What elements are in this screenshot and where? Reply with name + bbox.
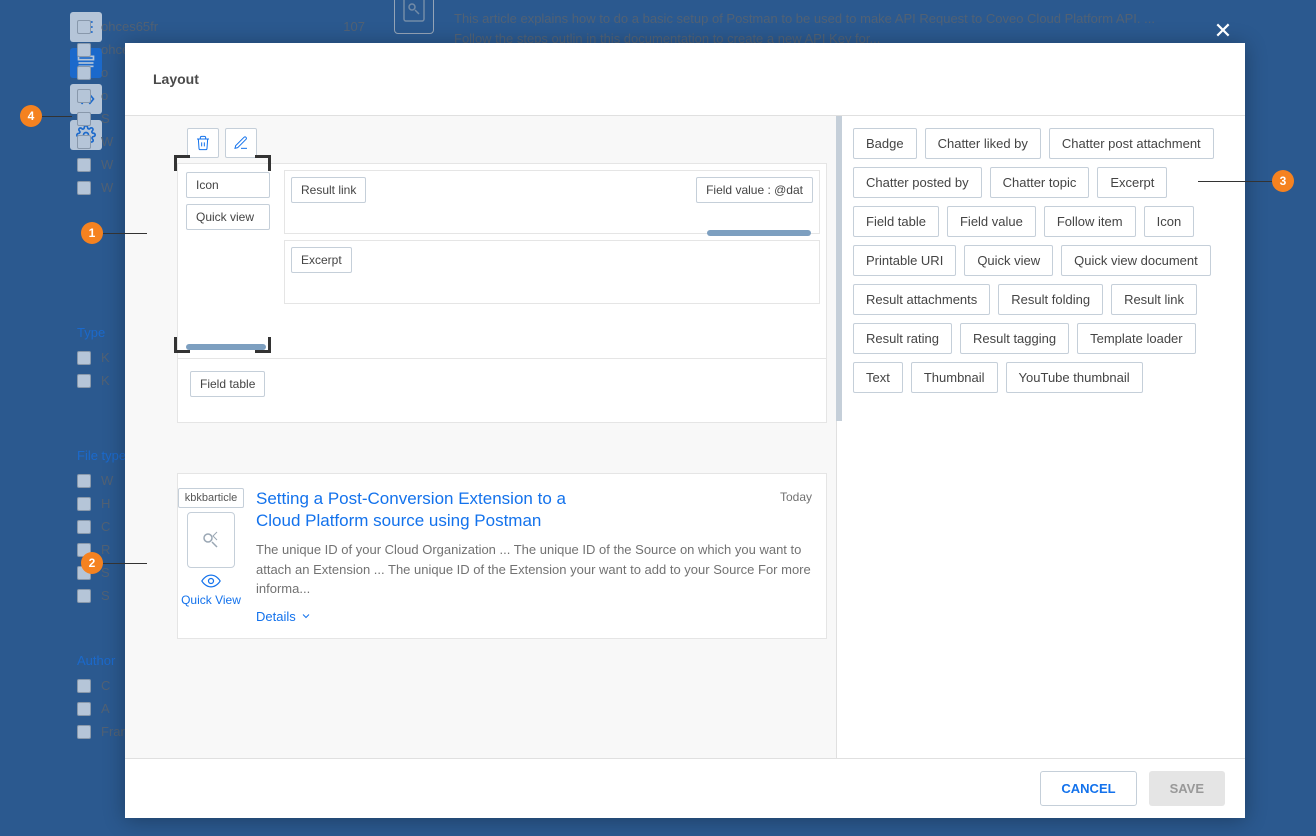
modal-title: Layout — [153, 71, 199, 87]
palette-chip-field-table[interactable]: Field table — [853, 206, 939, 237]
callout-2: 2 — [81, 552, 147, 574]
palette-chip-printable-uri[interactable]: Printable URI — [853, 245, 956, 276]
eye-icon[interactable] — [201, 574, 221, 591]
layout-modal: ✕ Layout Icon Quick view R — [125, 43, 1245, 818]
layout-chip-quickview[interactable]: Quick view — [186, 204, 270, 230]
palette-chip-chatter-liked-by[interactable]: Chatter liked by — [925, 128, 1041, 159]
palette-chip-result-tagging[interactable]: Result tagging — [960, 323, 1069, 354]
preview-area: kbkbarticle Quick View Today Setting a P… — [177, 473, 827, 639]
edit-button[interactable] — [225, 128, 257, 158]
chevron-down-icon — [300, 610, 312, 622]
details-label: Details — [256, 609, 296, 624]
palette-chip-chatter-post-attachment[interactable]: Chatter post attachment — [1049, 128, 1214, 159]
callout-number: 4 — [20, 105, 42, 127]
cancel-button[interactable]: CANCEL — [1040, 771, 1136, 806]
palette-chip-excerpt[interactable]: Excerpt — [1097, 167, 1167, 198]
palette-chip-icon[interactable]: Icon — [1144, 206, 1195, 237]
palette-chip-template-loader[interactable]: Template loader — [1077, 323, 1196, 354]
layout-pane: Icon Quick view Result link Field value … — [125, 116, 837, 758]
palette-chip-field-value[interactable]: Field value — [947, 206, 1036, 237]
palette-chip-quick-view[interactable]: Quick view — [964, 245, 1053, 276]
section-scrollbar — [707, 230, 811, 236]
quick-view-link[interactable]: Quick View — [181, 593, 241, 607]
preview-date: Today — [780, 490, 812, 504]
preview-title[interactable]: Setting a Post-Conversion Extension to a… — [256, 488, 586, 532]
layout-chip-fieldtable[interactable]: Field table — [190, 371, 265, 397]
document-icon — [187, 512, 235, 568]
palette-chip-thumbnail[interactable]: Thumbnail — [911, 362, 998, 393]
palette-chip-text[interactable]: Text — [853, 362, 903, 393]
callout-4: 4 — [20, 105, 72, 127]
callout-number: 1 — [81, 222, 103, 244]
palette-chip-result-attachments[interactable]: Result attachments — [853, 284, 990, 315]
layout-chip-fieldvalue[interactable]: Field value : @dat — [696, 177, 813, 203]
details-toggle[interactable]: Details — [256, 609, 312, 624]
callout-1: 1 — [81, 222, 147, 244]
callout-number: 3 — [1272, 170, 1294, 192]
modal-header: Layout — [125, 43, 1245, 116]
doc-type-tag: kbkbarticle — [178, 488, 245, 508]
delete-button[interactable] — [187, 128, 219, 158]
layout-chip-resultlink[interactable]: Result link — [291, 177, 366, 203]
preview-excerpt: The unique ID of your Cloud Organization… — [256, 540, 812, 599]
palette-chip-youtube-thumbnail[interactable]: YouTube thumbnail — [1006, 362, 1143, 393]
modal-footer: CANCEL SAVE — [125, 758, 1245, 818]
save-button: SAVE — [1149, 771, 1225, 806]
callout-3: 3 — [1198, 170, 1294, 192]
palette-chip-quick-view-document[interactable]: Quick view document — [1061, 245, 1211, 276]
scrollbar-indicator — [836, 116, 842, 421]
palette-chip-chatter-topic[interactable]: Chatter topic — [990, 167, 1090, 198]
callout-number: 2 — [81, 552, 103, 574]
layout-canvas[interactable]: Icon Quick view Result link Field value … — [177, 163, 827, 423]
palette-chip-follow-item[interactable]: Follow item — [1044, 206, 1136, 237]
palette-chip-result-link[interactable]: Result link — [1111, 284, 1197, 315]
close-icon[interactable]: ✕ — [1211, 19, 1235, 43]
palette-chip-chatter-posted-by[interactable]: Chatter posted by — [853, 167, 982, 198]
palette-chip-result-rating[interactable]: Result rating — [853, 323, 952, 354]
palette-chip-badge[interactable]: Badge — [853, 128, 917, 159]
section-scrollbar — [186, 344, 266, 350]
layout-chip-icon[interactable]: Icon — [186, 172, 270, 198]
palette-pane: Badge Chatter liked by Chatter post attach… — [837, 116, 1245, 758]
palette-chip-result-folding[interactable]: Result folding — [998, 284, 1103, 315]
layout-chip-excerpt[interactable]: Excerpt — [291, 247, 352, 273]
